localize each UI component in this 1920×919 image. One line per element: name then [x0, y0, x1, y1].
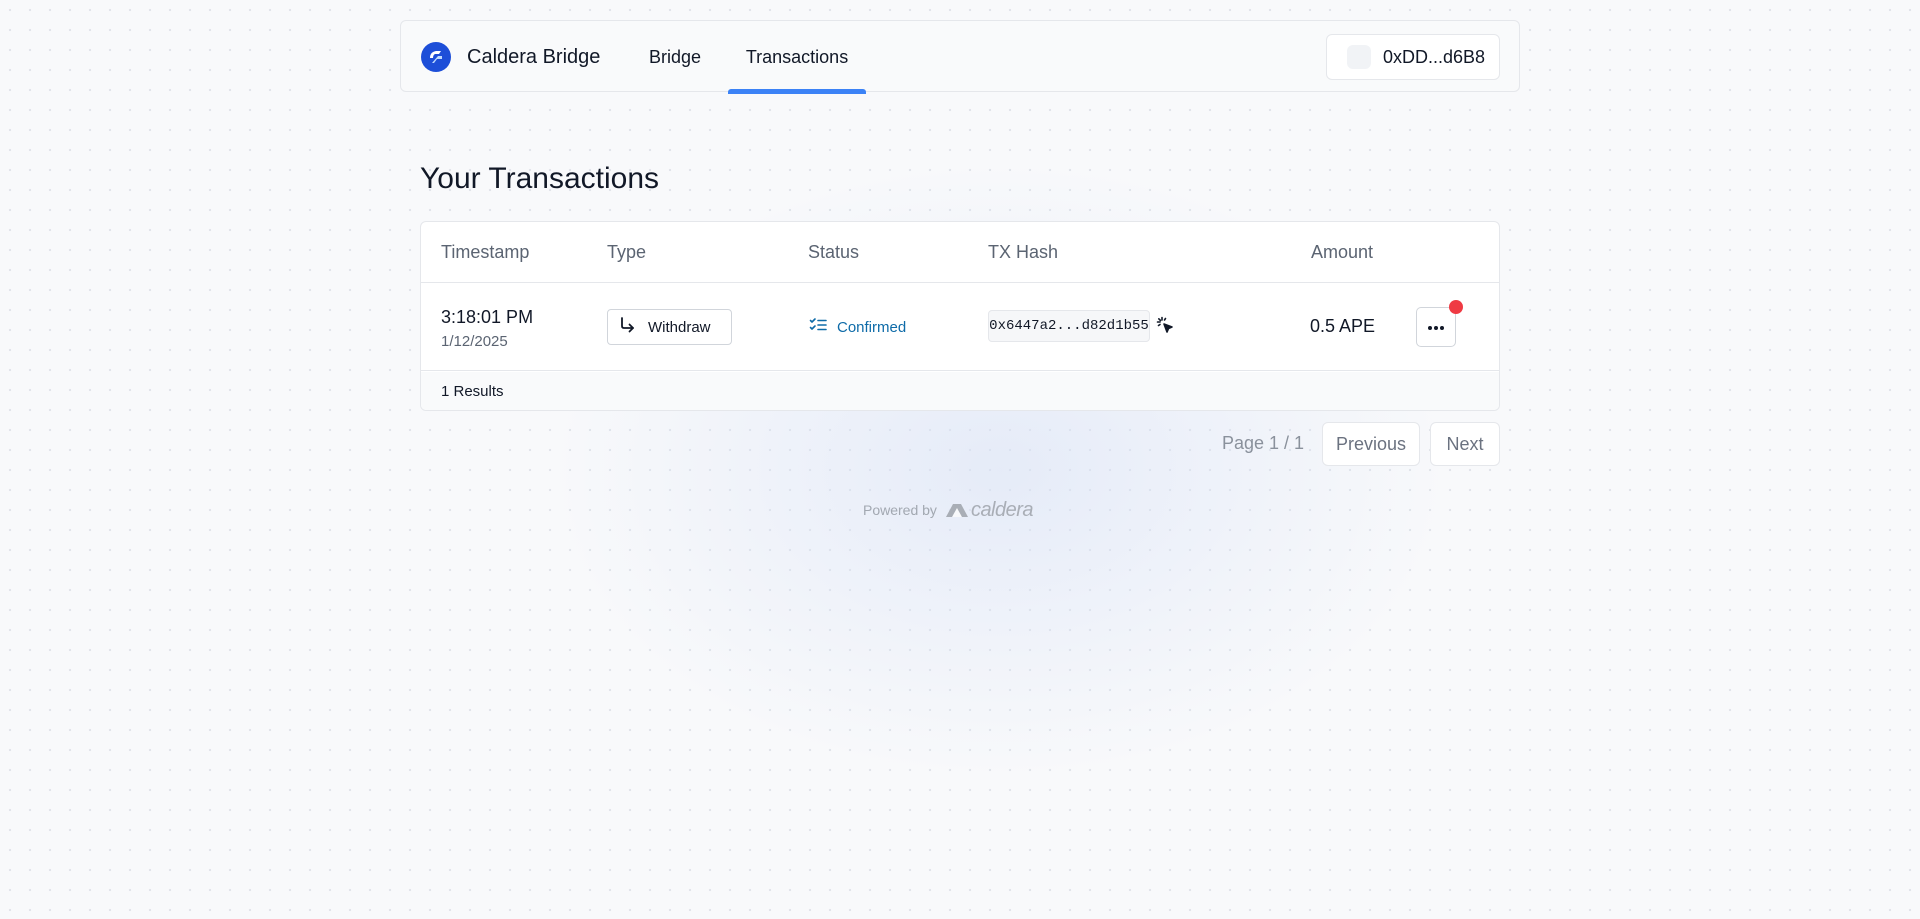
previous-page-button[interactable]: Previous: [1322, 422, 1420, 466]
powered-by-label: Powered by: [863, 502, 937, 518]
table-row: 3:18:01 PM 1/12/2025 Withdraw Confirmed …: [421, 283, 1499, 371]
next-label: Next: [1446, 433, 1484, 454]
tab-bridge[interactable]: Bridge: [633, 21, 717, 93]
caldera-mountain-icon: [945, 504, 968, 517]
next-page-button[interactable]: Next: [1430, 422, 1500, 466]
active-tab-indicator: [728, 89, 866, 94]
status-badge: Confirmed: [809, 309, 906, 345]
column-header-type: Type: [607, 242, 647, 262]
notification-dot: [1449, 300, 1463, 314]
arrow-down-right-icon: [618, 316, 636, 339]
wallet-avatar: [1347, 45, 1371, 69]
transactions-table: Timestamp Type Status TX Hash Amount 3:1…: [420, 221, 1500, 411]
type-badge-withdraw[interactable]: Withdraw: [607, 309, 732, 345]
column-header-timestamp: Timestamp: [441, 242, 530, 262]
row-date: 1/12/2025: [441, 333, 508, 350]
row-amount: 0.5 APE: [1309, 316, 1375, 336]
tab-bridge-label: Bridge: [648, 46, 702, 67]
more-options-button[interactable]: [1416, 307, 1456, 347]
table-footer: 1 Results: [421, 372, 1499, 410]
page-indicator: Page 1 / 1: [1222, 433, 1305, 453]
column-header-amount: Amount: [1311, 242, 1374, 262]
brand[interactable]: Caldera Bridge: [421, 41, 600, 73]
previous-label: Previous: [1335, 433, 1407, 454]
type-label: Withdraw: [648, 318, 711, 336]
wallet-address: 0xDD...d6B8: [1383, 46, 1486, 67]
caldera-wordmark: caldera: [970, 498, 1034, 521]
more-horizontal-icon: [1427, 318, 1445, 336]
row-time: 3:18:01 PM: [441, 307, 534, 327]
caldera-logo: caldera: [945, 498, 1034, 522]
cursor-click-icon[interactable]: [1155, 315, 1177, 337]
status-label: Confirmed: [837, 318, 907, 336]
wallet-button[interactable]: 0xDD...d6B8: [1326, 34, 1500, 80]
results-count: 1 Results: [441, 383, 504, 400]
top-navbar: Caldera Bridge Bridge Transactions 0xDD.…: [400, 20, 1520, 94]
tab-transactions-label: Transactions: [745, 46, 849, 67]
tab-transactions[interactable]: Transactions: [728, 21, 866, 94]
tx-hash: 0x6447a2...d82d1b55: [989, 318, 1149, 334]
page-title: Your Transactions: [420, 162, 660, 195]
column-header-tx-hash: TX Hash: [988, 242, 1059, 262]
checklist-icon: [809, 316, 827, 339]
caldera-bridge-logo-icon: [421, 42, 451, 72]
brand-name: Caldera Bridge: [467, 45, 601, 68]
table-header: Timestamp Type Status TX Hash Amount: [421, 222, 1499, 283]
column-header-status: Status: [808, 242, 860, 262]
powered-by[interactable]: Powered by caldera: [863, 497, 1034, 523]
tx-hash-chip[interactable]: 0x6447a2...d82d1b55: [988, 310, 1150, 342]
